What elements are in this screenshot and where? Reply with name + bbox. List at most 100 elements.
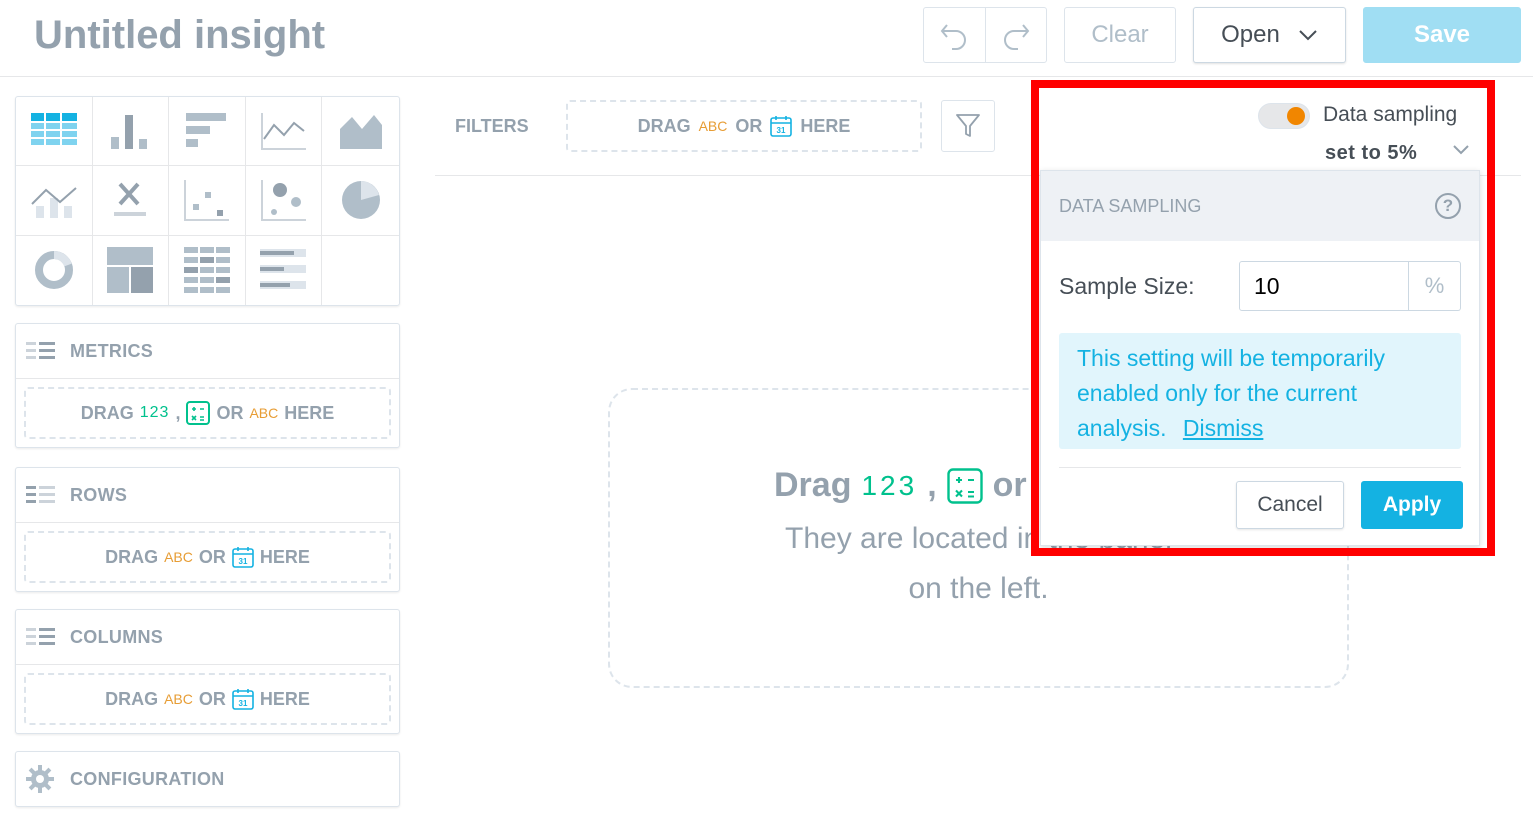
dropzone-drag-text: DRAG [105, 546, 159, 567]
chevron-down-icon [1299, 30, 1317, 41]
dropzone-here-text: HERE [259, 546, 310, 567]
attribute-symbol: ABC [164, 549, 193, 565]
gear-icon [26, 765, 54, 793]
calculator-icon [186, 401, 211, 425]
pie-chart-icon [341, 181, 380, 220]
undo-redo-group [923, 7, 1047, 63]
dropzone-comma: , [175, 402, 181, 423]
sampling-info-message: This setting will be temporarily enabled… [1059, 333, 1461, 449]
canvas-instruction-line3: on the left. [908, 572, 1049, 605]
dropzone-drag-text: DRAG [80, 402, 134, 423]
configuration-section[interactable]: CONFIGURATION [15, 751, 400, 807]
vis-scatter-button[interactable] [169, 166, 246, 236]
funnel-icon [956, 114, 980, 137]
calendar-icon: 31 [770, 116, 793, 137]
list-icon [26, 486, 55, 503]
vis-pie-button[interactable] [322, 166, 399, 236]
column-chart-icon [111, 115, 148, 150]
combo-chart-icon [31, 187, 77, 219]
calendar-icon: 31 [232, 547, 254, 568]
data-sampling-label: Data sampling [1323, 103, 1458, 126]
dropzone-here-text: HERE [800, 115, 851, 136]
bubble-chart-icon [260, 180, 306, 222]
attribute-symbol: ABC [164, 691, 193, 707]
canvas-instruction-line1: Drag 123 , or [774, 466, 1027, 505]
canvas-or-text: or [992, 466, 1027, 504]
vis-table-button[interactable] [16, 97, 93, 167]
scatter-plot-icon [183, 180, 229, 222]
vis-bar-button[interactable] [169, 97, 246, 167]
vis-treemap-button[interactable] [93, 235, 170, 305]
insight-title[interactable]: Untitled insight [34, 13, 325, 58]
area-chart-icon [339, 115, 382, 150]
sample-size-row: Sample Size: 10 % [1059, 261, 1461, 311]
vis-combo-button[interactable] [16, 166, 93, 236]
rows-dropzone[interactable]: DRAG ABC OR 31 HERE [24, 531, 391, 583]
dropzone-here-text: HERE [259, 688, 310, 709]
headline-icon [114, 183, 147, 217]
apply-button[interactable]: Apply [1361, 481, 1463, 529]
line-chart-icon [260, 113, 306, 151]
rows-bucket-header: ROWS [16, 468, 399, 522]
filters-dropzone[interactable]: DRAG ABC OR 31 HERE [566, 100, 922, 152]
bullet-chart-icon [259, 249, 306, 290]
vis-donut-button[interactable] [16, 235, 93, 305]
data-sampling-popup: DATA SAMPLING ? Sample Size: 10 % This s… [1040, 170, 1480, 546]
cancel-button[interactable]: Cancel [1236, 481, 1344, 529]
attribute-symbol: ABC [249, 405, 279, 421]
metric-symbol: 123 [861, 469, 918, 501]
sampling-value-dropdown[interactable]: set to 5% [1325, 142, 1417, 165]
svg-text:31: 31 [238, 557, 247, 566]
table-chart-icon [30, 113, 77, 146]
bar-chart-icon [185, 113, 226, 148]
vis-headline-button[interactable] [92, 166, 170, 236]
sample-size-unit: % [1409, 261, 1461, 311]
dropzone-drag-text: DRAG [105, 688, 159, 709]
metrics-bucket: METRICS DRAG 123 , OR ABC HERE [15, 323, 400, 448]
undo-button[interactable] [924, 8, 985, 62]
vis-area-button[interactable] [322, 97, 399, 167]
configuration-header[interactable]: CONFIGURATION [16, 752, 399, 806]
vis-bubble-button[interactable] [245, 166, 323, 236]
undo-icon [941, 24, 967, 50]
canvas-comma: , [927, 466, 937, 504]
columns-bucket: COLUMNS DRAG ABC OR 31 HERE [15, 609, 400, 734]
help-icon[interactable]: ? [1435, 193, 1461, 219]
metric-symbol: 123 [139, 404, 170, 421]
dropzone-or-text: OR [735, 115, 763, 136]
columns-bucket-header: COLUMNS [16, 610, 399, 664]
open-button-label: Open [1221, 21, 1280, 48]
list-icon [26, 628, 55, 645]
save-button[interactable]: Save [1363, 7, 1521, 63]
popup-divider [1059, 467, 1461, 468]
calendar-icon: 31 [232, 689, 254, 710]
canvas-drag-text: Drag [774, 466, 852, 504]
chevron-down-icon[interactable] [1452, 144, 1470, 156]
metrics-dropzone[interactable]: DRAG 123 , OR ABC HERE [24, 387, 391, 439]
heatmap-icon [183, 247, 230, 294]
dismiss-link[interactable]: Dismiss [1183, 415, 1264, 441]
popup-header: DATA SAMPLING ? [1041, 171, 1479, 241]
vis-heatmap-button[interactable] [169, 235, 246, 305]
popup-title: DATA SAMPLING [1059, 195, 1202, 216]
donut-chart-icon [34, 251, 73, 290]
visualization-type-picker [15, 96, 400, 306]
rows-bucket-title: ROWS [70, 484, 128, 505]
vis-column-button[interactable] [92, 97, 170, 167]
dropzone-or-text: OR [216, 402, 244, 423]
measure-value-filter-button[interactable] [941, 100, 995, 152]
data-sampling-toggle[interactable] [1258, 103, 1310, 129]
vis-bullet-button[interactable] [246, 235, 323, 305]
attribute-symbol: ABC [698, 118, 728, 134]
clear-button[interactable]: Clear [1064, 7, 1176, 63]
vis-line-button[interactable] [245, 97, 323, 167]
metrics-bucket-title: METRICS [70, 340, 154, 361]
open-button[interactable]: Open [1193, 7, 1346, 63]
configuration-title: CONFIGURATION [70, 768, 225, 789]
redo-button[interactable] [984, 8, 1046, 62]
vis-empty-cell [322, 236, 399, 305]
dropzone-drag-text: DRAG [637, 115, 691, 136]
columns-dropzone[interactable]: DRAG ABC OR 31 HERE [24, 673, 391, 725]
sample-size-input[interactable]: 10 [1239, 261, 1409, 311]
rows-bucket: ROWS DRAG ABC OR 31 HERE [15, 467, 400, 592]
